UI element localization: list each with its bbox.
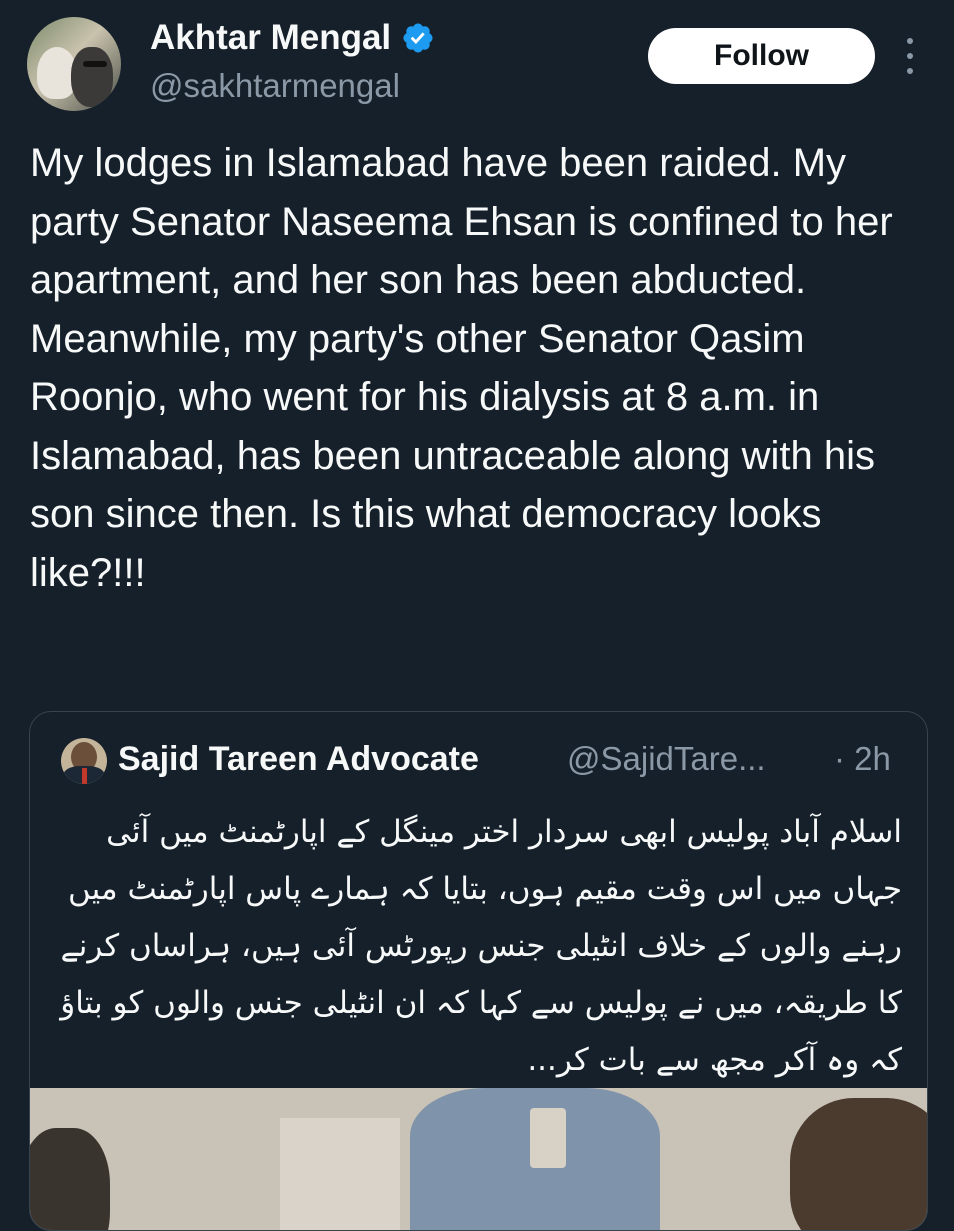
tweet-text: My lodges in Islamabad have been raided.… [30, 141, 893, 595]
follow-button[interactable]: Follow [648, 28, 875, 84]
author-display-name[interactable]: Akhtar Mengal [150, 18, 391, 58]
quoted-tweet-video-thumbnail[interactable] [30, 1088, 927, 1230]
quoted-author-display-name: Sajid Tareen Advocate [118, 740, 479, 778]
quoted-author-avatar[interactable] [61, 738, 107, 784]
author-handle[interactable]: @sakhtarmengal [150, 66, 400, 106]
quoted-tweet-timestamp: · 2h [834, 740, 891, 777]
quoted-tweet-text: اسلام آباد پولیس ابھی سردار اختر مینگل ک… [60, 814, 902, 1078]
author-name-row: Akhtar Mengal [150, 18, 435, 58]
verified-badge-icon [403, 23, 433, 53]
quoted-tweet-card[interactable]: Sajid Tareen Advocate @SajidTare... · 2h… [29, 711, 928, 1231]
more-vertical-icon[interactable] [900, 38, 920, 74]
quoted-author-handle: @SajidTare... [567, 740, 766, 777]
author-avatar[interactable] [27, 17, 121, 111]
